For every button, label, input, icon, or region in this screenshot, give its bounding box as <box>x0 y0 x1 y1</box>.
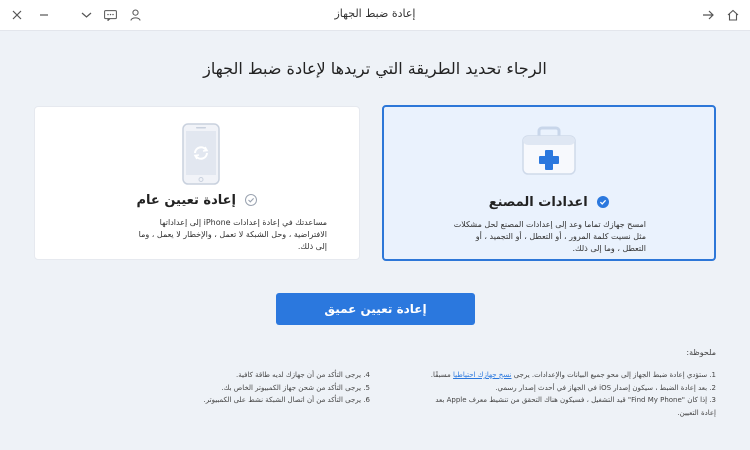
notes-title: ملحوظة: <box>686 348 716 357</box>
notes-left-column: 4. يرجى التأكد من أن جهازك لديه طاقة كاف… <box>170 369 370 407</box>
phone-refresh-icon <box>182 123 220 185</box>
desc-line: إلى ذلك. <box>297 242 327 251</box>
factory-reset-card[interactable]: اعدادات المصنع امسح جهازك تماما وعد إلى … <box>382 105 716 261</box>
checked-circle-icon <box>597 195 610 208</box>
note-line-1: 1. ستؤدي إعادة ضبط الجهاز إلى محو جميع ا… <box>376 369 716 382</box>
page-heading: الرجاء تحديد الطريقة التي تريدها لإعادة … <box>203 59 547 78</box>
note-1-suffix: مسبقًا. <box>430 371 454 379</box>
note-line-2: 2. بعد إعادة الضبط ، سيكون إصدار iOS في … <box>495 383 716 392</box>
general-reset-title-row: إعادة تعيين عام <box>35 193 359 208</box>
desc-line: امسح جهازك تماما وعد إلى إعدادات المصنع … <box>453 220 646 229</box>
note-line-7: 6. يرجى التأكد من أن اتصال الشبكة نشط عل… <box>203 396 370 404</box>
note-line-3: 3. إذا كان "Find My Phone" قيد التشغيل ،… <box>435 396 716 404</box>
note-line-4: إعادة التعيين. <box>677 408 716 417</box>
factory-reset-title: اعدادات المصنع <box>488 195 588 210</box>
backup-link[interactable]: نسخ جهازك احتياطيا <box>453 371 511 379</box>
note-line-5: 4. يرجى التأكد من أن جهازك لديه طاقة كاف… <box>235 371 370 379</box>
desc-line: مساعدتك في إعادة إعدادات iPhone إلى إعدا… <box>159 218 327 227</box>
window-title: إعادة ضبط الجهاز <box>334 7 416 20</box>
toolbox-icon <box>522 126 576 175</box>
general-reset-card[interactable]: إعادة تعيين عام مساعدتك في إعادة إعدادات… <box>34 106 360 260</box>
note-line-6: 5. يرجى التأكد من شحن جهاز الكمبيوتر الخ… <box>221 383 370 392</box>
forward-arrow-icon[interactable] <box>699 6 717 24</box>
desc-line: مثل نسيت كلمة المرور ، أو التعطل ، أو ال… <box>475 232 646 241</box>
general-reset-description: مساعدتك في إعادة إعدادات iPhone إلى إعدا… <box>65 217 327 253</box>
factory-reset-title-row: اعدادات المصنع <box>384 195 714 210</box>
desc-line: التعطل ، وما إلى ذلك. <box>572 244 646 253</box>
general-reset-title: إعادة تعيين عام <box>136 193 236 208</box>
title-bar: إعادة ضبط الجهاز <box>0 0 750 31</box>
notes-right-column: 1. ستؤدي إعادة ضبط الجهاز إلى محو جميع ا… <box>376 369 716 419</box>
factory-reset-description: امسح جهازك تماما وعد إلى إعدادات المصنع … <box>406 219 646 255</box>
home-icon[interactable] <box>724 6 742 24</box>
note-1-text: 1. ستؤدي إعادة ضبط الجهاز إلى محو جميع ا… <box>511 371 716 379</box>
unchecked-circle-icon <box>245 193 258 206</box>
desc-line: الافتراضية ، وحل الشبكة لا تعمل ، والإخط… <box>138 230 327 239</box>
deep-reset-button[interactable]: إعادة تعيين عميق <box>276 293 475 325</box>
